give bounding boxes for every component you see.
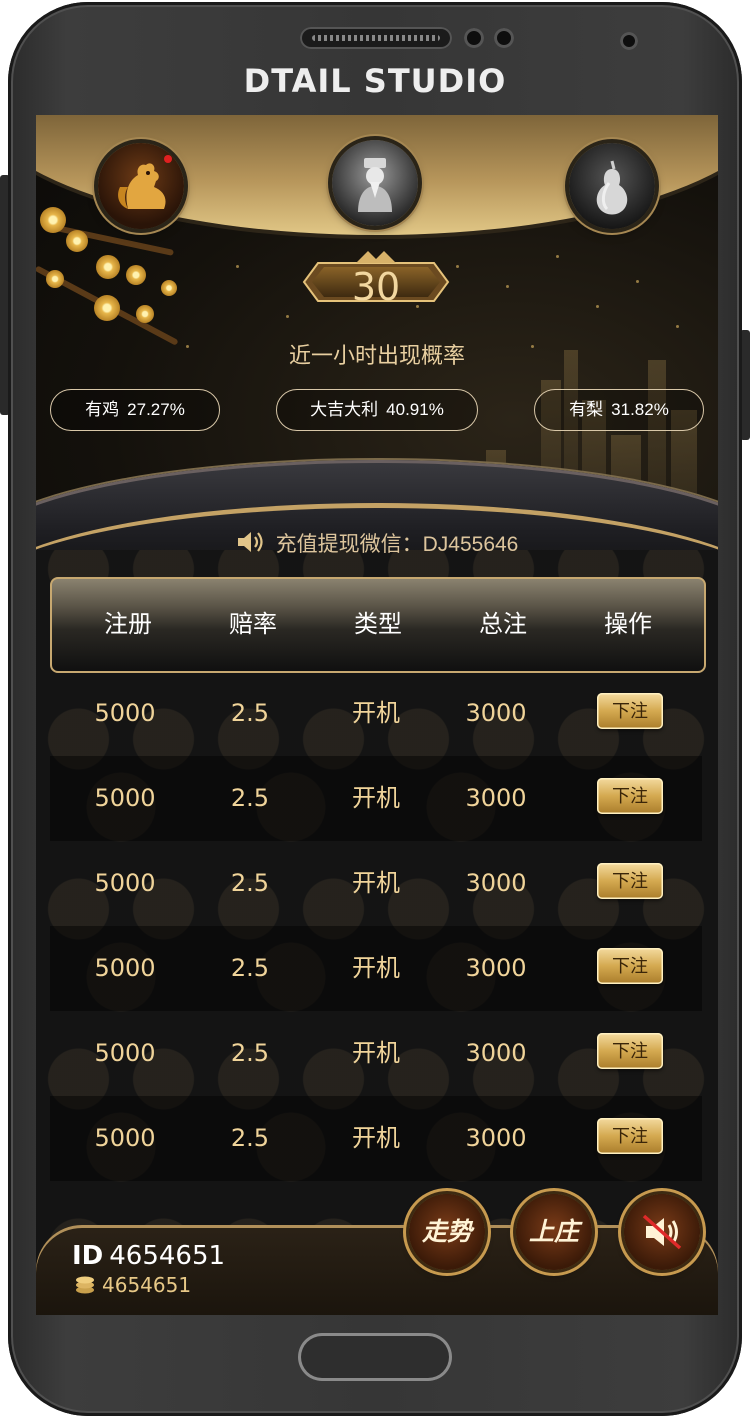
speaker-muted-icon [642,1214,682,1250]
round-count: 30 [351,265,401,309]
plum-blossom [161,280,177,296]
cell-register: 5000 [94,1039,156,1067]
stat-value: 40.91% [386,400,444,419]
proximity-sensor [620,32,638,50]
sound-toggle-button[interactable] [624,1194,700,1270]
cell-register: 5000 [94,869,156,897]
stat-pill-chicken: 有鸡 27.27% [50,389,220,431]
plum-blossom [94,295,120,321]
user-coins-value: 4654651 [102,1273,192,1297]
stat-value: 27.27% [127,400,185,419]
cell-odds: 2.5 [230,869,270,897]
trend-button[interactable]: 走势 [409,1194,485,1270]
table-row: 5000 2.5 开机 3000 下注 [50,756,702,841]
cell-type: 开机 [352,700,400,727]
plum-blossom [136,305,154,323]
table-row: 5000 2.5 开机 3000 下注 [50,926,702,1011]
device-brand: DTAIL STUDIO [243,62,507,100]
table-header: 注册 赔率 类型 总注 操作 [50,577,706,673]
cell-type: 开机 [352,1125,400,1152]
plum-blossom [40,207,66,233]
fortune-god-icon[interactable] [332,140,418,226]
cell-total: 3000 [465,699,527,727]
app-screen: 30 近一小时出现概率 有鸡 27.27% 大吉大利 40.91% 有梨 31.82%… [36,115,718,1315]
table-row: 5000 2.5 开机 3000 下注 [50,841,702,926]
top-banner: 30 近一小时出现概率 有鸡 27.27% 大吉大利 40.91% 有梨 31.82% [36,115,718,550]
stat-label: 有梨 [569,400,604,419]
column-header-odds: 赔率 [229,611,277,638]
front-camera [494,28,514,48]
plum-blossom [66,230,88,252]
round-count-badge: 30 [298,249,454,315]
cell-total: 3000 [465,1039,527,1067]
cell-total: 3000 [465,1124,527,1152]
plum-blossom [46,270,64,288]
cell-odds: 2.5 [230,1124,270,1152]
stat-label: 大吉大利 [310,400,379,419]
table-row: 5000 2.5 开机 3000 下注 [50,1096,702,1181]
home-button[interactable] [298,1333,452,1381]
bet-button[interactable]: 下注 [597,693,663,729]
cell-odds: 2.5 [230,699,270,727]
bet-button[interactable]: 下注 [597,948,663,984]
column-header-type: 类型 [354,611,402,638]
user-id-value: 4654651 [109,1241,226,1271]
plum-blossom [96,255,120,279]
stat-pill-lucky: 大吉大利 40.91% [276,389,478,431]
stat-pill-pear: 有梨 31.82% [534,389,704,431]
plum-blossom [126,265,146,285]
bet-button[interactable]: 下注 [597,778,663,814]
front-sensor [464,28,484,48]
table-row: 5000 2.5 开机 3000 下注 [50,671,702,756]
rooster-icon[interactable] [98,143,184,229]
cell-register: 5000 [94,954,156,982]
cell-total: 3000 [465,784,527,812]
stat-label: 有鸡 [85,400,120,419]
cell-register: 5000 [94,784,156,812]
cell-type: 开机 [352,785,400,812]
column-header-register: 注册 [104,611,152,638]
coin-stack-icon [74,1273,96,1300]
notice-bar: 充值提现微信：DJ455646 [36,528,718,561]
cell-type: 开机 [352,955,400,982]
table-row: 5000 2.5 开机 3000 下注 [50,1011,702,1096]
user-id-label: ID [72,1241,104,1271]
column-header-total: 总注 [479,611,527,638]
cell-odds: 2.5 [230,1039,270,1067]
bet-button[interactable]: 下注 [597,1033,663,1069]
cell-type: 开机 [352,870,400,897]
cell-odds: 2.5 [230,784,270,812]
banker-button[interactable]: 上庄 [516,1194,592,1270]
speaker-icon [236,529,266,561]
bet-button[interactable]: 下注 [597,863,663,899]
cell-register: 5000 [94,699,156,727]
user-id: ID 4654651 [72,1241,225,1271]
bet-button[interactable]: 下注 [597,1118,663,1154]
stat-value: 31.82% [611,400,669,419]
cell-type: 开机 [352,1040,400,1067]
stats-title: 近一小时出现概率 [288,343,465,368]
cell-register: 5000 [94,1124,156,1152]
cell-total: 3000 [465,869,527,897]
column-header-action: 操作 [604,611,652,638]
notice-text: 充值提现微信：DJ455646 [275,533,519,556]
cell-total: 3000 [465,954,527,982]
earpiece-speaker [300,27,452,49]
pear-icon[interactable] [569,143,655,229]
cell-odds: 2.5 [230,954,270,982]
user-coins: 4654651 [74,1273,191,1300]
